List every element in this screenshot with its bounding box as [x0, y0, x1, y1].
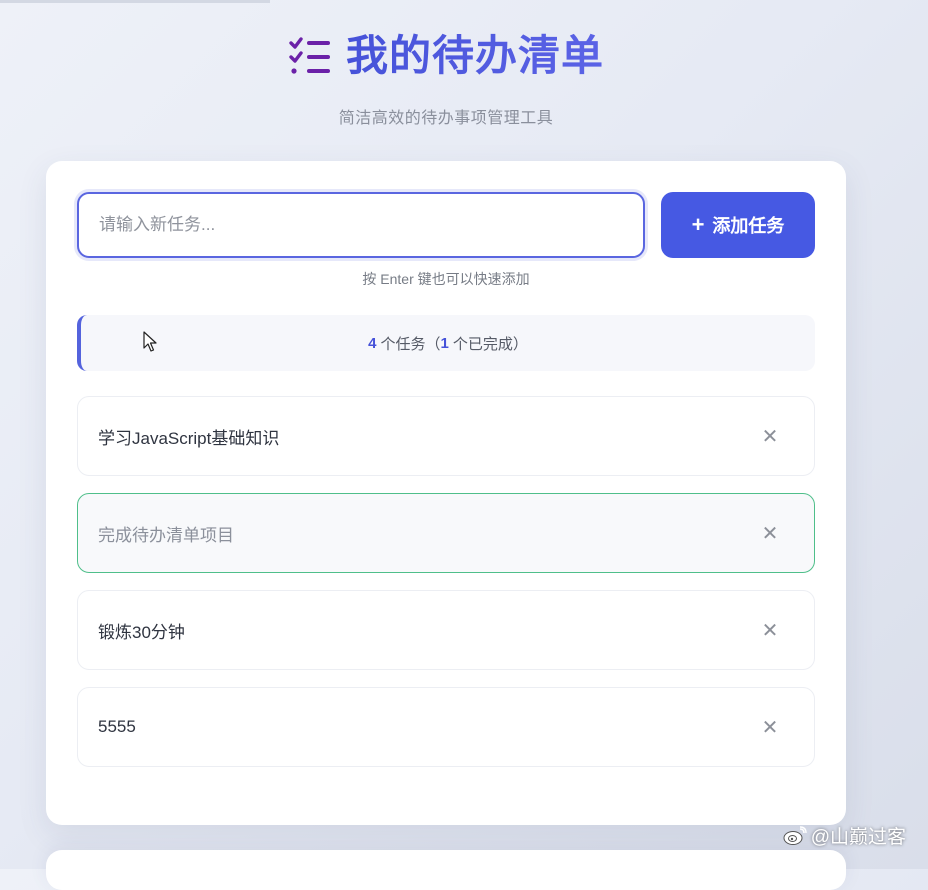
total-label: 个任务（: [380, 335, 441, 353]
completed-count: 1: [440, 334, 449, 352]
task-text[interactable]: 锻炼30分钟: [98, 618, 754, 643]
input-row: + 添加任务: [77, 192, 815, 258]
todo-card: + 添加任务 按 Enter 键也可以快速添加 4 个任务（ 1 个已完成） 学…: [46, 161, 846, 825]
new-task-input[interactable]: [77, 192, 645, 258]
close-icon[interactable]: ✕: [754, 711, 786, 743]
enter-hint: 按 Enter 键也可以快速添加: [362, 271, 530, 287]
secondary-card: [46, 850, 846, 890]
task-list: 学习JavaScript基础知识 ✕ 完成待办清单项目 ✕ 锻炼30分钟 ✕ 5…: [77, 396, 815, 784]
page-header: 我的待办清单 简洁高效的待办事项管理工具: [0, 28, 892, 128]
completed-label: 个已完成）: [452, 335, 528, 353]
page-title: 我的待办清单: [346, 28, 604, 84]
task-text[interactable]: 学习JavaScript基础知识: [98, 424, 754, 449]
total-count: 4: [368, 334, 377, 352]
checklist-icon: [289, 37, 330, 74]
add-task-label: 添加任务: [712, 216, 785, 236]
top-edge-line: [0, 0, 270, 3]
close-icon[interactable]: ✕: [754, 420, 786, 452]
mouse-cursor-icon: [143, 331, 157, 352]
weibo-icon: [783, 825, 807, 845]
task-text[interactable]: 完成待办清单项目: [98, 521, 754, 546]
page-subtitle: 简洁高效的待办事项管理工具: [338, 110, 554, 127]
close-icon[interactable]: ✕: [754, 517, 786, 549]
task-item[interactable]: 5555 ✕: [77, 687, 815, 767]
close-icon[interactable]: ✕: [754, 614, 786, 646]
task-item[interactable]: 学习JavaScript基础知识 ✕: [77, 396, 815, 476]
task-text[interactable]: 5555: [98, 717, 754, 737]
add-task-button[interactable]: + 添加任务: [661, 192, 815, 258]
task-item[interactable]: 锻炼30分钟 ✕: [77, 590, 815, 670]
task-item-completed[interactable]: 完成待办清单项目 ✕: [77, 493, 815, 573]
watermark: @山巅过客: [783, 822, 906, 849]
title-row: 我的待办清单: [288, 28, 604, 84]
task-stats: 4 个任务（ 1 个已完成）: [77, 315, 815, 371]
plus-icon: +: [691, 212, 705, 237]
watermark-text: @山巅过客: [810, 827, 906, 848]
